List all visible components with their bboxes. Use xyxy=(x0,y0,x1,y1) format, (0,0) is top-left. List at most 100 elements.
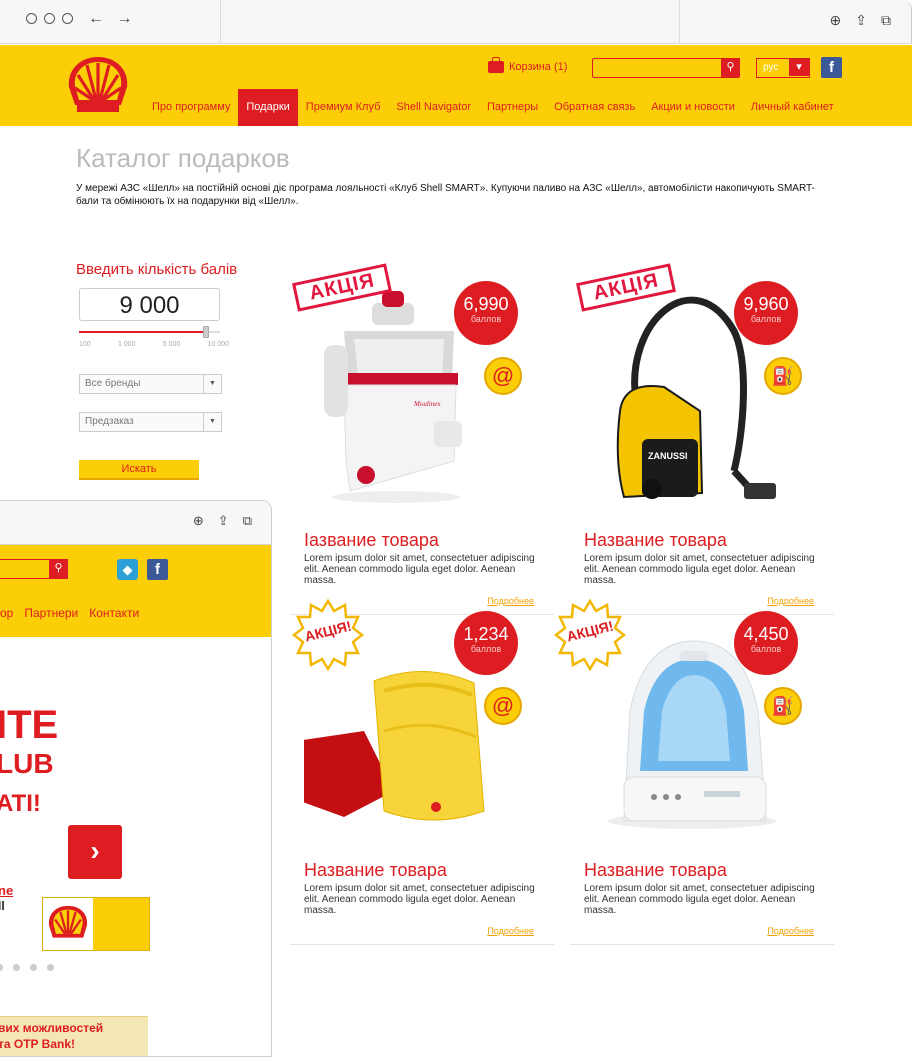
language-select[interactable]: рус ▾ xyxy=(756,58,810,78)
brand-select[interactable]: Все бренды ▼ xyxy=(79,374,222,394)
product-name[interactable]: Название товара xyxy=(584,860,727,881)
menu-item-contacts[interactable]: Контакти xyxy=(89,606,139,620)
points-filter-title: Введить кількість балів xyxy=(76,261,238,278)
hero-headline: ITE xyxy=(0,703,59,747)
shell-pecten-icon xyxy=(68,57,128,112)
promo-burst: АКЦІЯ! xyxy=(291,598,365,672)
divider xyxy=(290,944,554,945)
pager-dot[interactable] xyxy=(0,964,3,971)
pager-dot[interactable] xyxy=(13,964,20,971)
product-image-humidifier[interactable]: АКЦІЯ! 4,450 баллов ⛽ xyxy=(553,591,836,846)
details-link[interactable]: Подробнее xyxy=(767,926,814,936)
main-menu: Про программу Подарки Премиум Клуб Shell… xyxy=(144,89,842,126)
product-name[interactable]: Название товара xyxy=(584,530,727,551)
product-image-towels[interactable]: АКЦІЯ! 1,234 баллов @ xyxy=(291,591,556,846)
slider-tick: 1 000 xyxy=(117,341,136,348)
menu-item-gifts[interactable]: Подарки xyxy=(238,89,298,126)
price-unit: баллов xyxy=(750,314,782,324)
slider-handle[interactable] xyxy=(202,326,209,338)
product-name[interactable]: Название товара xyxy=(304,860,447,881)
minimize-window-button[interactable] xyxy=(44,13,55,24)
product-image-vacuum[interactable]: ZANUSSI АКЦІЯ 9,960 баллов ⛽ xyxy=(576,261,836,516)
product-description: Lorem ipsum dolor sit amet, consectetuer… xyxy=(304,883,535,916)
promo-line: та OTP Bank! xyxy=(0,1037,76,1051)
facebook-icon[interactable]: f xyxy=(147,559,168,580)
slider-tick: 5 000 xyxy=(162,341,181,348)
preorder-select[interactable]: Предзаказ ▼ xyxy=(79,412,222,432)
browser-toolbar: ⊕ ⇪ ⧉ xyxy=(0,501,271,545)
price-value: 1,234 xyxy=(463,624,509,644)
header-search-input[interactable]: ⚲ xyxy=(0,559,68,579)
price-value: 6,990 xyxy=(463,294,509,314)
chevron-down-icon: ▾ xyxy=(789,59,809,76)
address-bar[interactable] xyxy=(220,0,680,44)
product-image-juicer[interactable]: Moulinex АКЦІЯ 6,990 баллов @ xyxy=(292,261,556,516)
menu-item-partial[interactable]: ор xyxy=(0,606,13,620)
back-forward-buttons[interactable]: ← → xyxy=(88,10,136,28)
price-badge: 4,450 баллов xyxy=(734,611,798,675)
close-window-button[interactable] xyxy=(26,13,37,24)
price-value: 9,960 xyxy=(743,294,789,314)
menu-item-account[interactable]: Личный кабинет xyxy=(743,89,842,126)
fuel-pump-icon: ⛽ xyxy=(764,687,802,725)
page-intro: У мережі АЗС «Шелл» на постійній основі … xyxy=(76,183,815,207)
details-link[interactable]: Подробнее xyxy=(487,926,534,936)
pager-dot[interactable] xyxy=(47,964,54,971)
site-header: ⚲ ◆ f ор Партнери Контакти xyxy=(0,545,271,637)
share-icon[interactable]: ⇪ xyxy=(218,513,229,529)
divider xyxy=(570,944,834,945)
search-icon[interactable]: ⚲ xyxy=(721,58,740,77)
price-badge: 6,990 баллов xyxy=(454,281,518,345)
partner-promo-banner[interactable]: вих можливостей та OTP Bank! xyxy=(0,1016,148,1056)
product-name[interactable]: Iазвание товара xyxy=(304,530,439,551)
language-value: рус xyxy=(763,62,779,73)
brand-select-value: Все бренды xyxy=(85,378,141,389)
browser-toolbar: ← → ⊕ ⇪ ⧉ xyxy=(0,0,912,44)
preorder-select-value: Предзаказ xyxy=(85,416,134,427)
hero-subtext: ll xyxy=(0,899,5,913)
pager-dot[interactable] xyxy=(30,964,37,971)
price-unit: баллов xyxy=(470,314,502,324)
zoom-window-button[interactable] xyxy=(62,13,73,24)
site-header: Корзина (1) ⚲ рус ▾ f Про программу Пода… xyxy=(0,45,912,126)
hero-headline: ATI! xyxy=(0,790,41,817)
shell-logo[interactable] xyxy=(65,55,131,115)
facebook-icon[interactable]: f xyxy=(821,57,842,78)
download-icon[interactable]: ⊕ xyxy=(193,513,204,529)
menu-item-partners[interactable]: Партнери xyxy=(24,606,78,620)
page-title: Каталог подарков xyxy=(76,143,290,173)
promo-line: вих можливостей xyxy=(0,1021,104,1035)
hero-link[interactable]: ne xyxy=(0,883,13,898)
at-icon: @ xyxy=(484,357,522,395)
share-icon[interactable]: ⇪ xyxy=(855,12,867,29)
tabs-icon[interactable]: ⧉ xyxy=(881,12,891,29)
shell-pecten-icon xyxy=(48,905,88,938)
next-slide-button[interactable]: › xyxy=(68,825,122,879)
menu-item-about[interactable]: Про программу xyxy=(144,89,238,126)
slider-tick: 10 000 xyxy=(207,341,229,348)
cart-link[interactable]: Корзина (1) xyxy=(488,57,567,73)
svg-text:Moulinex: Moulinex xyxy=(413,400,441,408)
product-description: Lorem ipsum dolor sit amet, consectetuer… xyxy=(584,883,815,916)
chevron-down-icon: ▼ xyxy=(203,413,221,431)
slider-ticks: 100 1 000 5 000 10 000 xyxy=(79,341,229,348)
search-icon[interactable]: ⚲ xyxy=(49,559,68,578)
product-description: Lorem ipsum dolor sit amet, consectetuer… xyxy=(584,553,815,586)
menu-item-partners[interactable]: Партнеры xyxy=(479,89,546,126)
tabs-icon[interactable]: ⧉ xyxy=(243,513,252,529)
menu-item-premium-club[interactable]: Премиум Клуб xyxy=(298,89,389,126)
points-input[interactable]: 9 000 xyxy=(79,288,220,321)
menu-item-shell-navigator[interactable]: Shell Navigator xyxy=(388,89,479,126)
header-search-input[interactable]: ⚲ xyxy=(592,58,740,78)
download-icon[interactable]: ⊕ xyxy=(830,12,842,29)
app-store-icon[interactable]: ◆ xyxy=(117,559,138,580)
menu-item-promotions[interactable]: Акции и новости xyxy=(643,89,743,126)
slider-pagination xyxy=(0,964,54,971)
window-controls xyxy=(26,13,73,24)
slider-tick: 100 xyxy=(79,341,91,348)
slider-fill xyxy=(79,331,206,333)
shell-card-image xyxy=(42,897,150,951)
search-button[interactable]: Искать xyxy=(79,460,199,480)
points-slider[interactable] xyxy=(79,326,220,338)
menu-item-feedback[interactable]: Обратная связь xyxy=(546,89,643,126)
